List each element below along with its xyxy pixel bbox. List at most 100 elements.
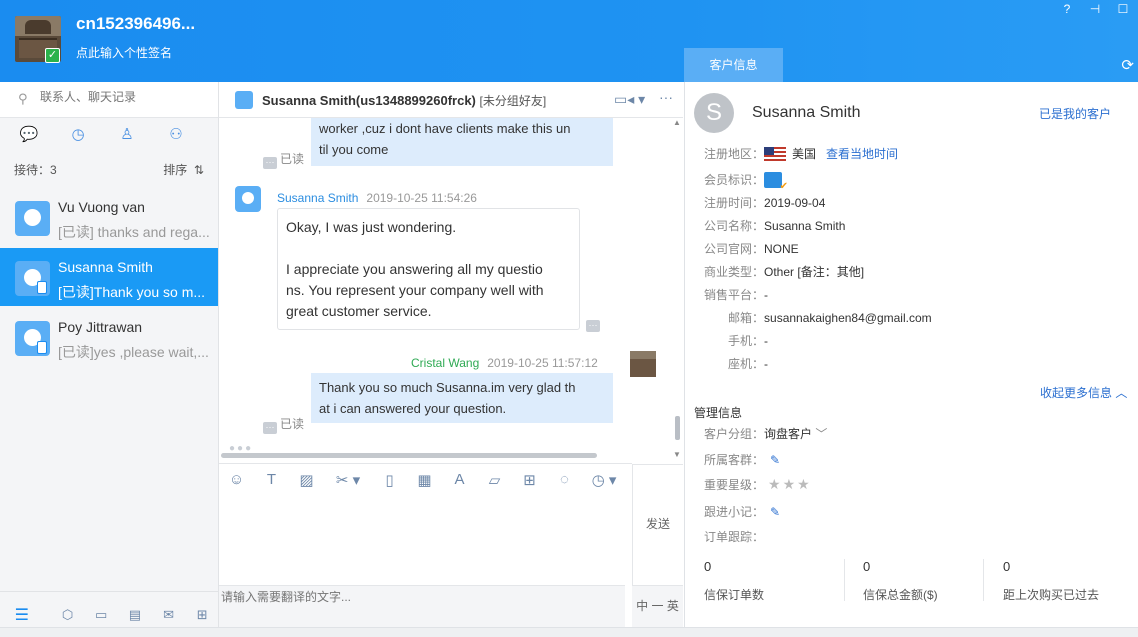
history-icon[interactable]: ◷ ▾: [582, 471, 626, 489]
scroll-down-icon[interactable]: ▼: [673, 450, 681, 459]
customer-avatar: S: [694, 93, 734, 133]
message-menu-icon[interactable]: ···: [586, 315, 603, 332]
message-bubble-outgoing: worker ,cuz i dont have clients make thi…: [311, 118, 613, 166]
phone-row: 座机：-: [728, 357, 769, 371]
help-icon[interactable]: ?: [1060, 2, 1074, 16]
read-status: ··· 已读: [263, 415, 304, 434]
sidebar-tabs: 💬 ◷ ♙ ⚇: [0, 119, 218, 151]
search-input[interactable]: [40, 90, 210, 104]
translate-input[interactable]: [221, 590, 611, 604]
chat-header: Susanna Smith(us1348899260frck) [未分组好友] …: [219, 82, 683, 118]
friend-group-tag: [未分组好友]: [479, 94, 547, 108]
emoji-icon[interactable]: ☺: [219, 471, 254, 488]
local-time-link[interactable]: 查看当地时间: [826, 147, 898, 161]
contact-last-message: [已读]yes ,please wait,...: [58, 344, 209, 360]
contact-name: Vu Vuong van: [58, 199, 145, 215]
window-controls: ? ⊣ ☐: [1060, 2, 1130, 16]
calculator-icon[interactable]: ▦: [407, 471, 442, 489]
send-button[interactable]: 发送: [632, 464, 683, 585]
company-row: 公司名称：Susanna Smith: [704, 219, 846, 233]
message-input[interactable]: [219, 495, 632, 585]
customer-name: Susanna Smith: [752, 104, 861, 121]
signature-input[interactable]: 点此输入个性签名: [76, 44, 172, 61]
contact-sidebar: ⚲ 💬 ◷ ♙ ⚇ 接待：3 排序 ⇅ Vu Vuong van [已读] th…: [0, 82, 219, 637]
notes-row: 跟进小记： ✎: [704, 505, 781, 519]
mobile-icon: [37, 341, 47, 354]
management-section-title: 管理信息: [694, 406, 743, 420]
contact-item[interactable]: Poy Jittrawan [已读]yes ,please wait,...: [0, 308, 218, 366]
tab-contacts-icon[interactable]: ♙: [107, 119, 147, 151]
online-status-icon: ✓: [45, 48, 60, 63]
scroll-thumb[interactable]: [675, 416, 680, 440]
tab-customer-info[interactable]: 客户信息: [684, 48, 783, 82]
tab-groups-icon[interactable]: ⚇: [156, 119, 196, 151]
folder-icon[interactable]: ▱: [477, 471, 512, 489]
edit-icon[interactable]: ✎: [770, 505, 780, 519]
composer-toolbar: ☺ T ▨ ✂ ▾ ▯ ▦ A ▱ ⊞ ◌ ◷ ▾: [219, 463, 632, 495]
mobile-row: 手机：-: [728, 334, 769, 348]
shake-icon[interactable]: ▯: [372, 471, 407, 489]
translate-bar: [219, 585, 625, 627]
group-select[interactable]: 询盘客户: [764, 427, 812, 441]
stat-amount: 0 信保总金额($): [863, 559, 938, 602]
owner-row: 所属客群： ✎: [704, 453, 781, 467]
reception-count: 接待：3: [14, 163, 57, 177]
scroll-up-icon[interactable]: ▲: [673, 118, 681, 127]
my-avatar: [630, 351, 656, 377]
edit-icon[interactable]: ✎: [770, 453, 780, 467]
scissors-icon[interactable]: ✂ ▾: [324, 471, 372, 489]
quote-icon[interactable]: A: [442, 471, 477, 488]
member-row: 会员标识：: [704, 171, 788, 192]
us-flag-icon: [764, 147, 787, 161]
customer-panel: S Susanna Smith 已是我的客户 注册地区： 美国 查看当地时间 会员标…: [684, 82, 1138, 627]
tab-chats-icon[interactable]: 💬: [9, 119, 49, 151]
document-icon[interactable]: ▤: [119, 607, 151, 623]
cube-icon[interactable]: ⬡: [52, 607, 84, 623]
bottom-strip: [0, 627, 1138, 637]
stat-orders: 0 信保订单数: [704, 559, 765, 602]
sort-button[interactable]: 排序 ⇅: [163, 161, 204, 178]
quick-reply-icon[interactable]: ◌: [547, 471, 582, 488]
refresh-icon[interactable]: ⟳: [1121, 56, 1134, 74]
language-switch[interactable]: 中 一 英: [632, 585, 683, 627]
pin-icon[interactable]: ⊣: [1088, 2, 1102, 16]
platform-row: 销售平台：-: [704, 288, 769, 302]
member-badge-icon: [764, 172, 788, 192]
more-icon[interactable]: ···: [659, 89, 673, 105]
vertical-scrollbar[interactable]: ▲ ▼: [671, 118, 683, 460]
text-format-icon[interactable]: T: [254, 471, 289, 488]
collapse-info-button[interactable]: 收起更多信息 ︿: [1040, 384, 1127, 401]
app-header: ✓ cn152396496... 点此输入个性签名 ? ⊣ ☐ 客户信息 ⟳: [0, 0, 1138, 82]
contact-type-icon: [235, 91, 253, 109]
contact-last-message: [已读]Thank you so m...: [58, 284, 206, 300]
contact-item[interactable]: Vu Vuong van [已读] thanks and rega...: [0, 188, 218, 246]
read-status: ··· 已读: [263, 150, 304, 169]
maximize-icon[interactable]: ☐: [1116, 2, 1130, 16]
website-row: 公司官网：NONE: [704, 242, 799, 256]
chevron-down-icon: ﹀: [815, 427, 828, 441]
group-row: 客户分组：询盘客户 ﹀: [704, 427, 828, 441]
image-icon[interactable]: ▨: [289, 471, 324, 489]
search-bar: ⚲: [0, 82, 218, 118]
star-rating[interactable]: ★★★: [768, 476, 812, 492]
layout-icon[interactable]: ⊞: [186, 607, 218, 623]
contact-item-active[interactable]: Susanna Smith [已读]Thank you so m...: [0, 248, 218, 306]
horizontal-scrollbar[interactable]: [221, 453, 597, 458]
sender-avatar: [235, 186, 261, 212]
message-list[interactable]: worker ,cuz i dont have clients make thi…: [219, 118, 683, 458]
tab-recent-icon[interactable]: ◷: [58, 119, 98, 151]
chat-title: Susanna Smith(us1348899260frck) [未分组好友]: [262, 93, 547, 108]
menu-icon[interactable]: ☰: [6, 605, 38, 625]
video-call-icon[interactable]: ▭◂ ▾: [614, 91, 645, 108]
apps-icon[interactable]: ⊞: [512, 471, 547, 489]
reg-time-row: 注册时间：2019-09-04: [704, 196, 826, 210]
search-icon: ⚲: [18, 91, 28, 106]
username: cn152396496...: [76, 14, 196, 33]
contact-last-message: [已读] thanks and rega...: [58, 224, 210, 240]
stat-last-purchase: 0 距上次购买已过去: [1003, 559, 1100, 602]
mobile-icon: [37, 281, 47, 294]
contact-name: Poy Jittrawan: [58, 319, 143, 335]
reception-row: 接待：3 排序 ⇅: [14, 161, 204, 178]
message-icon[interactable]: ▭: [85, 607, 117, 623]
mail-icon[interactable]: ✉: [153, 607, 185, 623]
